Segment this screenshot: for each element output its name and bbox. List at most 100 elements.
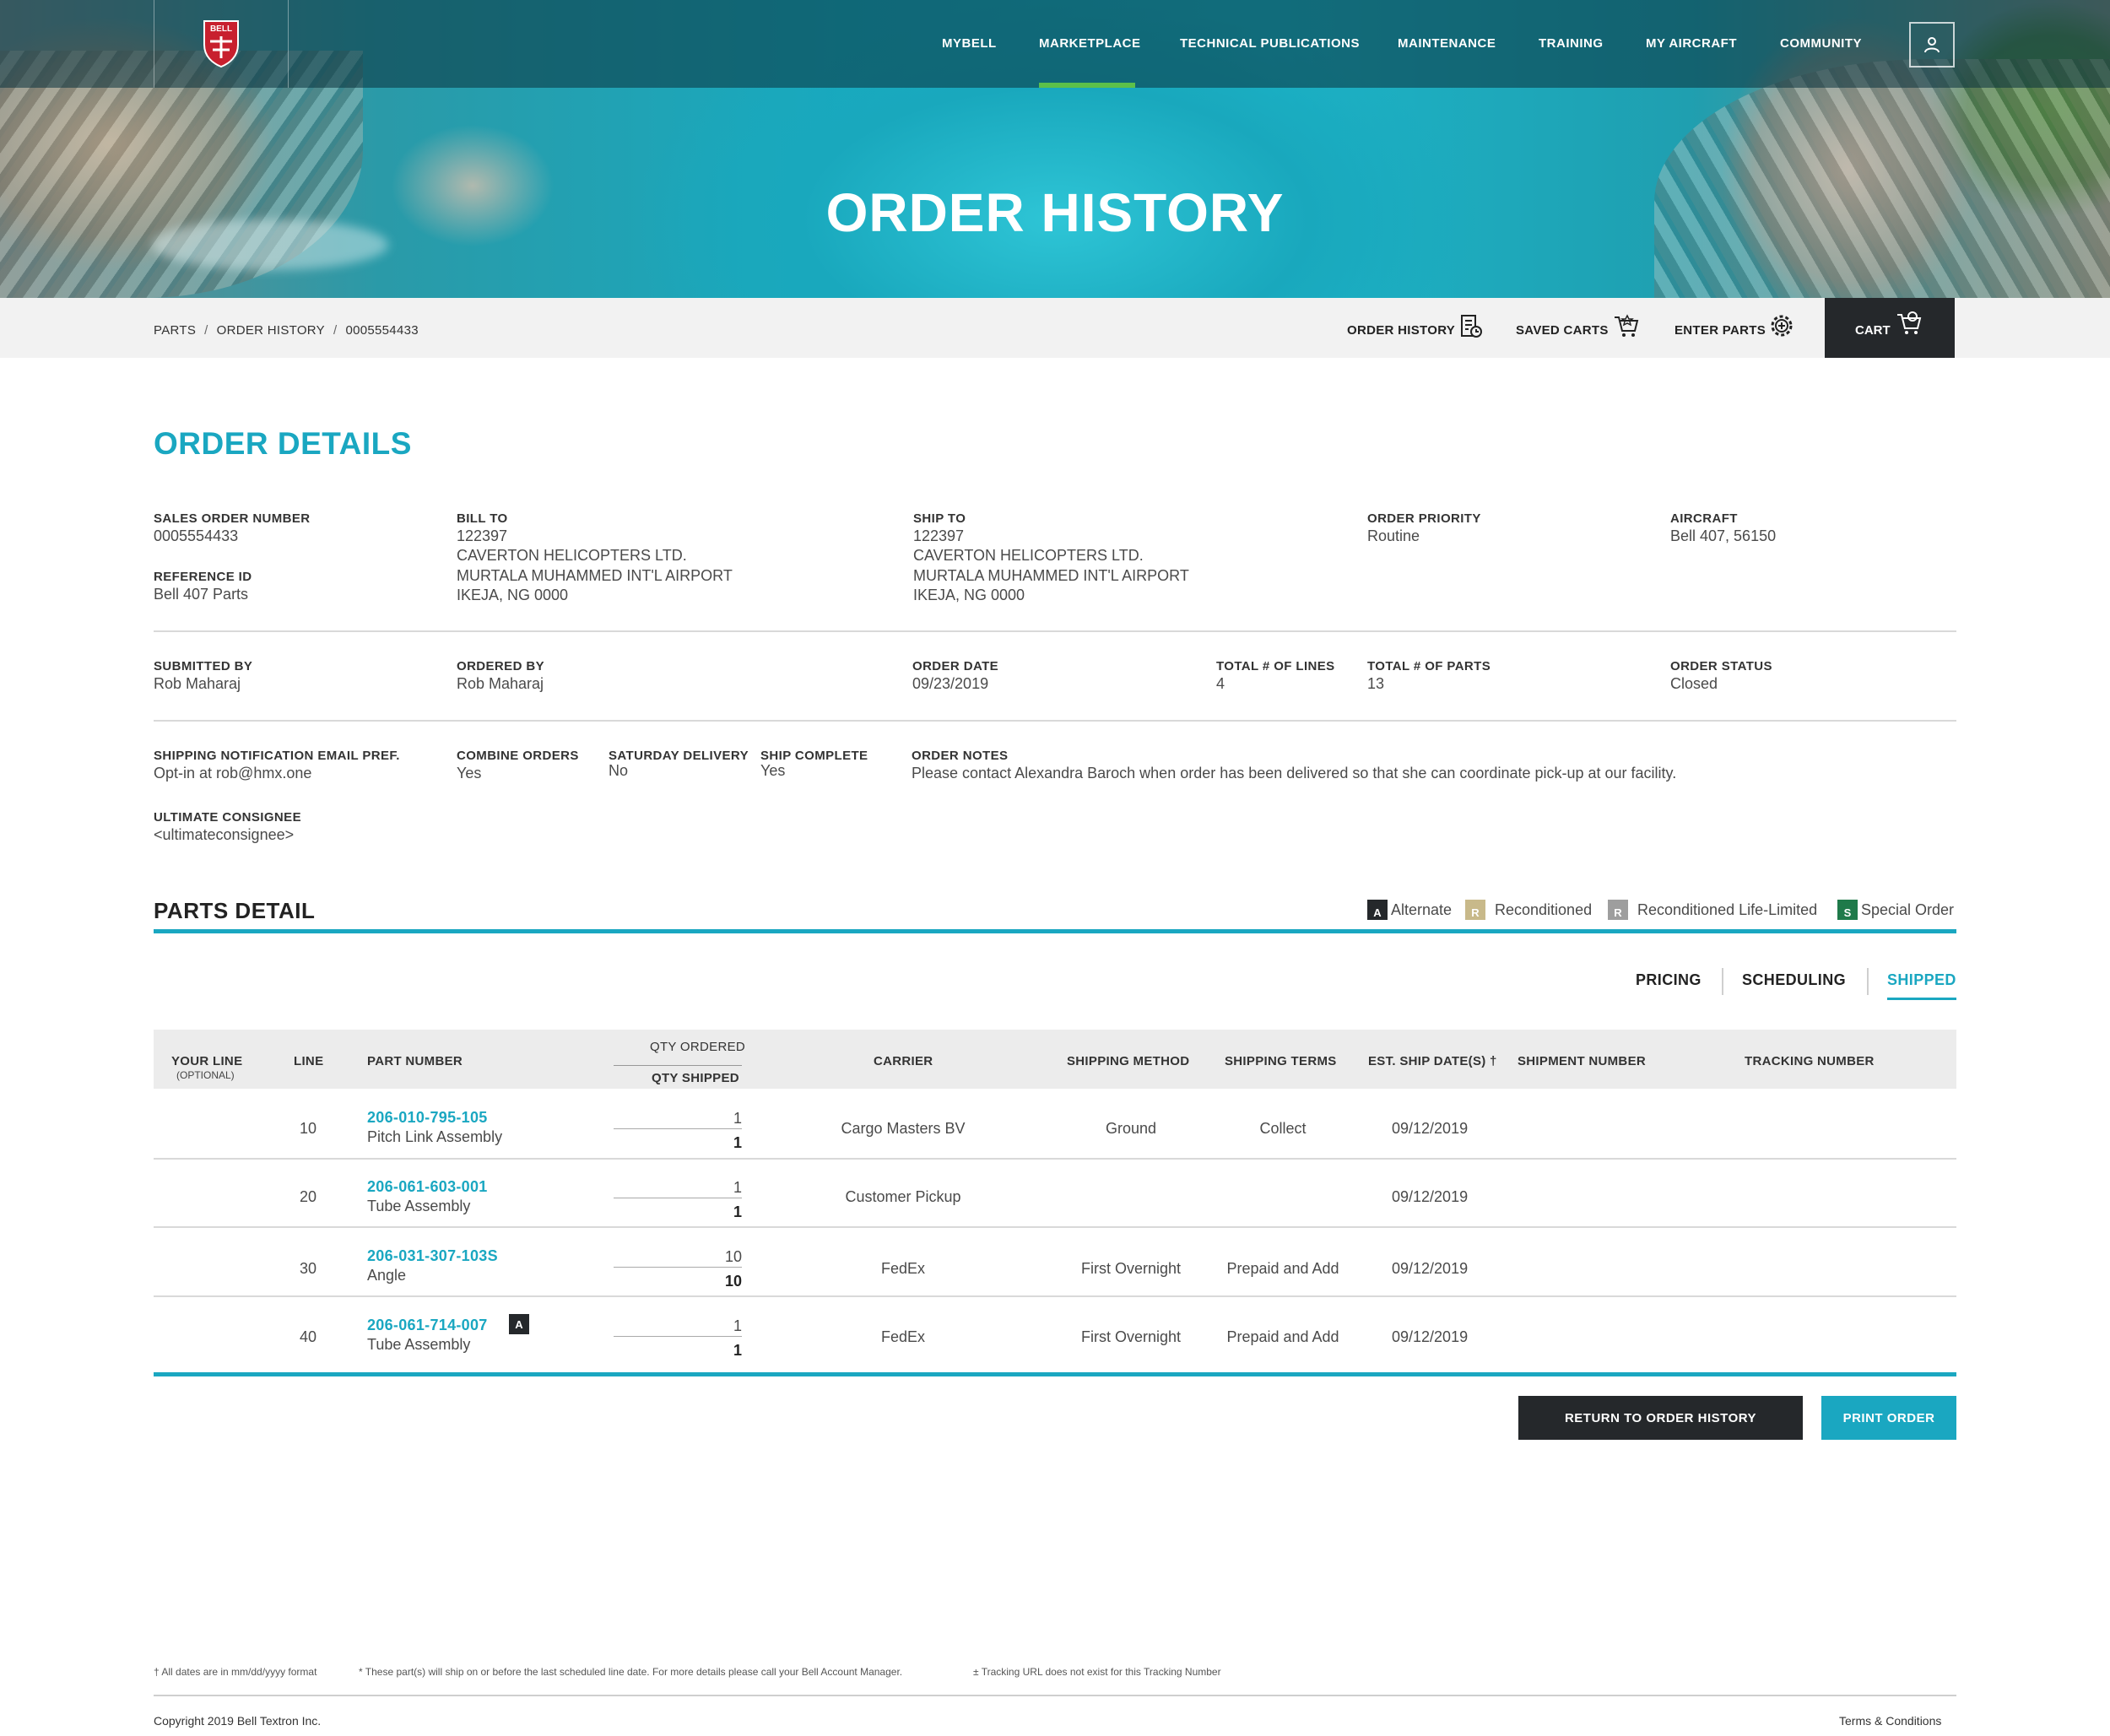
row-3-part-number-link[interactable]: 206-031-307-103S xyxy=(367,1247,498,1265)
col-your-line: YOUR LINE xyxy=(171,1054,243,1068)
row-4-line: 40 xyxy=(300,1328,317,1345)
cart-label[interactable]: CART xyxy=(1855,323,1891,338)
saved-cart-icon[interactable] xyxy=(1613,312,1640,339)
enter-parts-link[interactable]: ENTER PARTS xyxy=(1674,323,1766,338)
row-divider xyxy=(154,1158,1956,1160)
row-2-qty-ordered: 1 xyxy=(733,1179,742,1196)
reference-id-value: Bell 407 Parts xyxy=(154,586,249,603)
return-to-order-history-button[interactable]: RETURN TO ORDER HISTORY xyxy=(1518,1396,1803,1440)
row-4-qty-ordered: 1 xyxy=(733,1317,742,1334)
nav-mybell[interactable]: MYBELL xyxy=(942,36,997,51)
col-part-number: PART NUMBER xyxy=(367,1054,463,1068)
breadcrumb-parts[interactable]: PARTS xyxy=(154,323,196,338)
col-shipment-number: SHIPMENT NUMBER xyxy=(1518,1054,1647,1068)
ship-to-line-4: IKEJA, NG 0000 xyxy=(913,587,1025,603)
user-account-button[interactable] xyxy=(1909,22,1955,68)
row-2-qty-shipped: 1 xyxy=(733,1203,742,1220)
legend-reconditioned-swatch: R xyxy=(1465,900,1485,920)
hero-rocks-right xyxy=(1654,59,2110,298)
row-2-part-number-link[interactable]: 206-061-603-001 xyxy=(367,1178,488,1196)
order-history-icon[interactable] xyxy=(1457,312,1484,339)
col-your-line-sub: (OPTIONAL) xyxy=(176,1069,235,1081)
bill-to-line-3: MURTALA MUHAMMED INT'L AIRPORT xyxy=(457,567,733,584)
qty-divider xyxy=(614,1267,742,1268)
row-3-qty-ordered: 10 xyxy=(724,1248,742,1265)
row-2-carrier: Customer Pickup xyxy=(845,1188,961,1205)
row-3-line: 30 xyxy=(300,1260,317,1277)
ordered-by-value: Rob Maharaj xyxy=(457,675,544,692)
aircraft-value: Bell 407, 56150 xyxy=(1670,527,1777,544)
qty-header-divider xyxy=(614,1065,742,1066)
total-parts-value: 13 xyxy=(1367,675,1385,692)
total-lines-value: 4 xyxy=(1216,675,1225,692)
footnote-ship-date: * These part(s) will ship on or before t… xyxy=(359,1666,903,1678)
col-qty-shipped: QTY SHIPPED xyxy=(652,1071,739,1085)
row-3-qty-shipped: 10 xyxy=(724,1273,742,1290)
user-icon xyxy=(1924,37,1940,53)
nav-community[interactable]: COMMUNITY xyxy=(1780,36,1862,51)
col-carrier: CARRIER xyxy=(874,1054,933,1068)
bill-to-line-4: IKEJA, NG 0000 xyxy=(457,587,569,603)
row-4-alternate-badge: A xyxy=(509,1314,529,1334)
reference-id-label: REFERENCE ID xyxy=(154,570,252,584)
print-order-button[interactable]: PRINT ORDER xyxy=(1821,1396,1956,1440)
ship-to-line-2: CAVERTON HELICOPTERS LTD. xyxy=(913,547,1144,564)
nav-technical-publications[interactable]: TECHNICAL PUBLICATIONS xyxy=(1180,36,1360,51)
order-history-link[interactable]: ORDER HISTORY xyxy=(1347,323,1455,338)
col-tracking-number: TRACKING NUMBER xyxy=(1745,1054,1875,1068)
sales-order-number-label: SALES ORDER NUMBER xyxy=(154,511,311,526)
tab-pricing[interactable]: PRICING xyxy=(1636,971,1702,989)
col-line: LINE xyxy=(294,1054,324,1068)
breadcrumb-order-history[interactable]: ORDER HISTORY xyxy=(217,323,325,338)
row-4-shipping-terms: Prepaid and Add xyxy=(1226,1328,1339,1345)
row-3-est-ship-date: 09/12/2019 xyxy=(1392,1260,1469,1277)
row-divider xyxy=(154,1226,1956,1228)
col-qty-ordered: QTY ORDERED xyxy=(650,1040,746,1054)
combine-orders-value: Yes xyxy=(457,765,482,781)
ultimate-consignee-value: <ultimateconsignee> xyxy=(154,826,295,843)
row-1-carrier: Cargo Masters BV xyxy=(841,1120,966,1137)
nav-maintenance[interactable]: MAINTENANCE xyxy=(1398,36,1496,51)
row-1-shipping-method: Ground xyxy=(1105,1120,1157,1137)
col-shipping-method: SHIPPING METHOD xyxy=(1067,1054,1190,1068)
nav-my-aircraft[interactable]: MY AIRCRAFT xyxy=(1646,36,1737,51)
row-4-est-ship-date: 09/12/2019 xyxy=(1392,1328,1469,1345)
nav-marketplace[interactable]: MARKETPLACE xyxy=(1039,36,1141,51)
order-date-value: 09/23/2019 xyxy=(912,675,989,692)
enter-parts-gear-icon[interactable] xyxy=(1768,312,1795,339)
order-priority-label: ORDER PRIORITY xyxy=(1367,511,1481,526)
qty-divider xyxy=(614,1128,742,1129)
row-3-shipping-terms: Prepaid and Add xyxy=(1226,1260,1339,1277)
saved-carts-link[interactable]: SAVED CARTS xyxy=(1516,323,1609,338)
tab-shipped[interactable]: SHIPPED xyxy=(1887,971,1956,989)
row-3-shipping-method: First Overnight xyxy=(1080,1260,1182,1277)
nav-training[interactable]: TRAINING xyxy=(1539,36,1604,51)
row-4-part-number-link[interactable]: 206-061-714-007 xyxy=(367,1317,488,1334)
terms-link[interactable]: Terms & Conditions xyxy=(1839,1714,1941,1728)
tab-divider xyxy=(1722,968,1723,995)
breadcrumb-order-number: 0005554433 xyxy=(345,323,419,338)
saturday-delivery-value: No xyxy=(609,762,629,779)
order-status-value: Closed xyxy=(1670,675,1718,692)
submitted-by-value: Rob Maharaj xyxy=(154,675,241,692)
bell-logo[interactable]: BELL xyxy=(154,0,289,88)
row-1-part-number-link[interactable]: 206-010-795-105 xyxy=(367,1109,488,1127)
ship-complete-value: Yes xyxy=(760,762,786,779)
bell-shield-icon: BELL xyxy=(203,20,239,68)
order-notes-label: ORDER NOTES xyxy=(912,749,1009,763)
sales-order-number-value: 0005554433 xyxy=(154,527,239,544)
row-1-description: Pitch Link Assembly xyxy=(367,1128,503,1145)
row-4-qty-shipped: 1 xyxy=(733,1342,742,1359)
page-title: ORDER HISTORY xyxy=(825,182,1285,243)
row-1-est-ship-date: 09/12/2019 xyxy=(1392,1120,1469,1137)
legend-special-order-swatch: S xyxy=(1837,900,1858,920)
ordered-by-label: ORDERED BY xyxy=(457,659,545,673)
cart-icon[interactable] xyxy=(1896,310,1923,337)
total-parts-label: TOTAL # OF PARTS xyxy=(1367,659,1491,673)
row-1-qty-shipped: 1 xyxy=(733,1134,742,1151)
shipping-email-pref-label: SHIPPING NOTIFICATION EMAIL PREF. xyxy=(154,749,400,763)
order-status-label: ORDER STATUS xyxy=(1670,659,1772,673)
tab-scheduling[interactable]: SCHEDULING xyxy=(1742,971,1846,989)
copyright: Copyright 2019 Bell Textron Inc. xyxy=(154,1714,322,1728)
parts-detail-heading: PARTS DETAIL xyxy=(154,898,316,923)
